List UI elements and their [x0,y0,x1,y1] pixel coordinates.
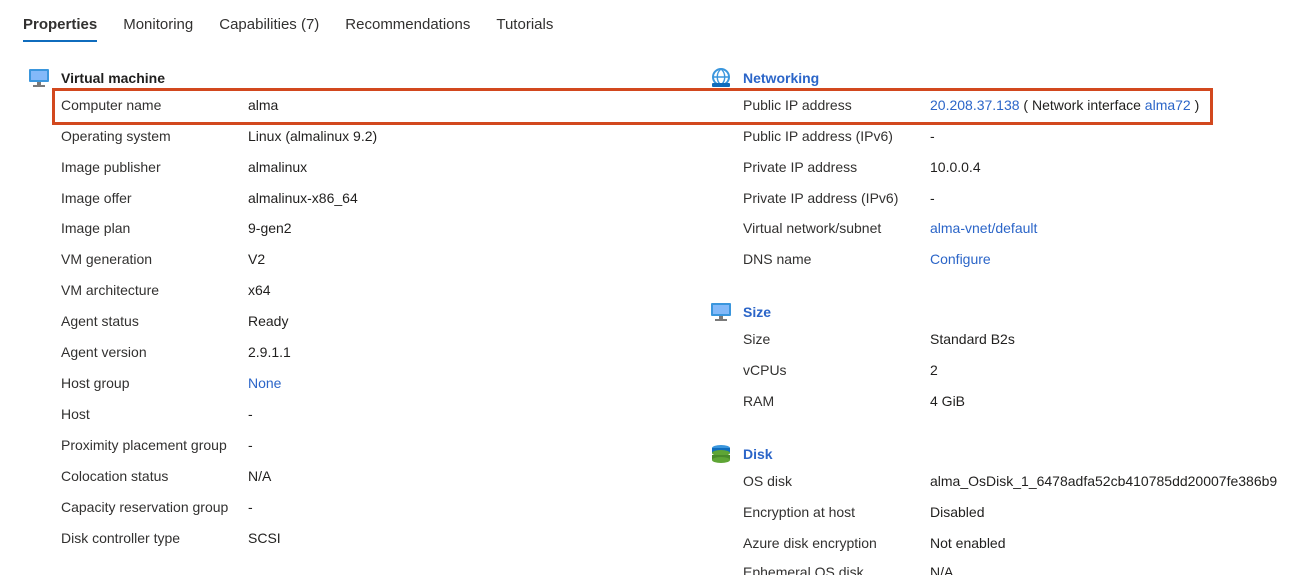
row-value: almalinux [248,159,308,175]
row-label: VM generation [61,251,153,267]
disk-section-title[interactable]: Disk [743,446,773,462]
row-value: - [248,499,253,515]
row-label: Image offer [61,190,132,206]
tab-capabilities[interactable]: Capabilities (7) [219,0,319,42]
row-label: Proximity placement group [61,437,227,453]
row-value: Disabled [930,504,985,520]
row-value: Not enabled [930,535,1006,551]
row-value: 2.9.1.1 [248,344,291,360]
row-value: Linux (almalinux 9.2) [248,128,378,144]
row-value: - [930,190,935,206]
row-value: almalinux-x86_64 [248,190,358,206]
host-group-link[interactable]: None [248,375,281,391]
tab-recommendations[interactable]: Recommendations [345,0,470,42]
row-label: Encryption at host [743,504,856,520]
row-value: - [248,437,253,453]
row-label: Host group [61,375,130,391]
row-value: x64 [248,282,271,298]
networking-section-title[interactable]: Networking [743,70,819,86]
row-label: VM architecture [61,282,160,298]
row-label: Agent version [61,344,147,360]
tab-properties[interactable]: Properties [23,0,98,42]
size-icon [711,303,731,321]
row-value: Standard B2s [930,331,1015,347]
row-label: Private IP address (IPv6) [743,190,899,206]
row-value: N/A [248,468,272,484]
row-label: DNS name [743,251,812,267]
row-value: - [248,406,253,422]
row-label: Image plan [61,220,131,236]
row-label: vCPUs [743,362,787,378]
row-label: Image publisher [61,159,161,175]
row-label: Operating system [61,128,171,144]
size-section-title[interactable]: Size [743,304,771,320]
row-label: RAM [743,393,775,409]
row-value: N/A [930,564,954,575]
row-label: Virtual network/subnet [743,220,882,236]
highlight-box-right [718,88,1213,125]
row-label: Ephemeral OS disk [743,564,864,575]
virtual-machine-icon [29,69,49,87]
row-value: alma_OsDisk_1_6478adfa52cb410785dd20007f… [930,473,1278,489]
row-value: - [930,128,935,144]
tab-monitoring[interactable]: Monitoring [123,0,193,42]
row-value: V2 [248,251,266,267]
row-value: 2 [930,362,938,378]
row-label: Agent status [61,313,139,329]
row-value: 4 GiB [930,393,966,409]
vm-section-title: Virtual machine [61,70,166,86]
row-label: Size [743,331,771,347]
dns-configure-link[interactable]: Configure [930,251,991,267]
highlight-box-left [52,88,720,125]
row-value: Ready [248,313,289,329]
row-label: Capacity reservation group [61,499,229,515]
row-label: Private IP address [743,159,858,175]
networking-icon [712,68,730,87]
row-label: Host [61,406,90,422]
row-label: Azure disk encryption [743,535,877,551]
row-label: Colocation status [61,468,169,484]
tab-tutorials[interactable]: Tutorials [496,0,553,42]
tab-bar: Properties Monitoring Capabilities (7) R… [23,0,579,44]
row-label: Public IP address (IPv6) [743,128,893,144]
row-value: 10.0.0.4 [930,159,981,175]
row-label: Disk controller type [61,530,181,546]
row-label: OS disk [743,473,793,489]
disk-icon [712,445,730,463]
row-value: 9-gen2 [248,220,292,236]
vnet-subnet-link[interactable]: alma-vnet/default [930,220,1037,236]
row-value: SCSI [248,530,281,546]
